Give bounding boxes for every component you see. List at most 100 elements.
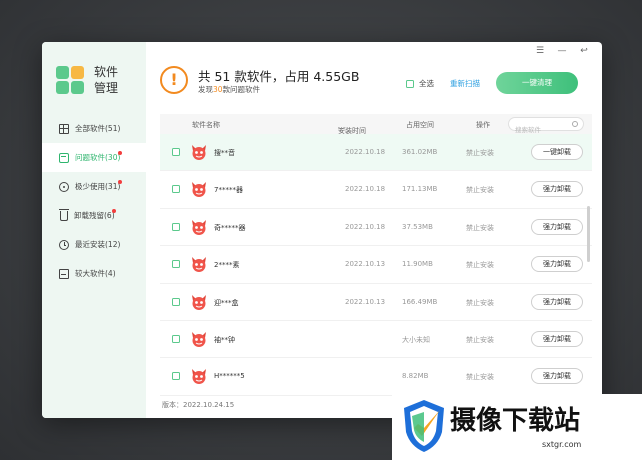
logo-text: 软件 管理	[94, 64, 118, 96]
table-row: 2****素 2022.10.13 11.90MB 禁止安装 强力卸载	[160, 246, 592, 284]
sidebar-item-1[interactable]: 问题软件(30)	[42, 143, 146, 172]
table-row: 7*****器 2022.10.18 171.13MB 禁止安装 强力卸载	[160, 171, 592, 209]
row-checkbox[interactable]	[172, 297, 180, 306]
row-checkbox[interactable]	[172, 222, 180, 231]
table-row: H******5 8.82MB 禁止安装 强力卸载	[160, 358, 592, 396]
block-install-link[interactable]: 禁止安装	[466, 298, 494, 308]
devil-app-icon	[190, 330, 208, 348]
disk-size: 11.90MB	[402, 260, 433, 269]
sidebar-item-label: 极少使用(31)	[75, 182, 121, 191]
col-name: 软件名称	[192, 121, 220, 129]
grid-icon	[59, 123, 69, 134]
watermark-url: sxtgr.com	[542, 440, 582, 449]
checkbox-icon	[406, 79, 414, 88]
software-table: 软件名称 安装时间 ﹀ 占用空间 操作 搜索软件 搜**音 2022.10.18 3…	[160, 114, 592, 396]
notification-badge	[118, 180, 122, 184]
uninstall-button[interactable]: 强力卸载	[531, 368, 583, 385]
problem-count: 30	[213, 85, 223, 94]
block-install-link[interactable]: 禁止安装	[466, 223, 494, 233]
disk-size: 171.13MB	[402, 185, 438, 194]
table-row: 袖**钟 大小未知 禁止安装 强力卸载	[160, 321, 592, 359]
devil-app-icon	[190, 180, 208, 198]
col-operation: 操作	[476, 121, 490, 129]
uninstall-button[interactable]: 强力卸载	[531, 330, 583, 347]
sidebar-item-label: 卸载残留(6)	[74, 211, 115, 220]
search-input[interactable]: 搜索软件	[508, 117, 584, 134]
software-name: 迎***盒	[214, 298, 239, 307]
version-label: 版本：2022.10.24.15	[162, 401, 235, 409]
devil-app-icon	[190, 367, 208, 385]
sidebar-item-0[interactable]: 全部软件(51)	[42, 114, 146, 143]
sidebar-item-4[interactable]: 最近安装(12)	[42, 230, 146, 259]
software-name: 搜**音	[214, 149, 235, 157]
logo-text-line2: 管理	[94, 81, 119, 95]
subtitle-suffix: 款问题软件	[222, 85, 261, 94]
restore-icon[interactable]: ↩	[578, 46, 590, 56]
disk-icon	[59, 268, 69, 279]
table-body: 搜**音 2022.10.18 361.02MB 禁止安装 一键卸载 7*****器 202…	[160, 134, 592, 396]
box-icon	[59, 152, 69, 163]
block-install-link[interactable]: 禁止安装	[466, 260, 494, 270]
sidebar-item-2[interactable]: 极少使用(31)	[42, 172, 146, 201]
disk-size: 361.02MB	[402, 148, 438, 156]
install-date: 2022.10.18	[345, 222, 386, 231]
table-row: 奇*****器 2022.10.18 37.53MB 禁止安装 强力卸载	[160, 209, 592, 247]
software-name: 2****素	[214, 261, 240, 270]
minimize-icon[interactable]: —	[556, 46, 568, 56]
uninstall-button[interactable]: 强力卸载	[531, 256, 583, 273]
search-icon	[572, 120, 578, 127]
block-install-link[interactable]: 禁止安装	[466, 372, 494, 382]
software-name: H******5	[214, 372, 245, 381]
uninstall-button[interactable]: 强力卸载	[531, 218, 583, 235]
rescan-link[interactable]: 重新扫描	[450, 78, 480, 89]
shield-logo-icon	[404, 400, 444, 452]
sidebar-item-5[interactable]: 较大软件(4)	[42, 259, 146, 288]
circle-icon	[59, 181, 69, 192]
window-controls: ☰ — ↩	[534, 46, 590, 56]
row-checkbox[interactable]	[172, 372, 180, 381]
sidebar: 软件 管理 全部软件(51) 问题软件(30) 极少使用(31) 卸载残留(6) 最近安…	[42, 42, 146, 418]
row-checkbox[interactable]	[172, 185, 180, 194]
disk-size: 大小未知	[402, 335, 430, 344]
devil-app-icon	[190, 255, 208, 273]
main-panel: ☰ — ↩ ! 共 51 款软件，占用 4.55GB 发现30款问题软件 全选 …	[146, 42, 602, 418]
notification-badge	[118, 151, 122, 155]
trash-icon	[58, 209, 69, 221]
scrollbar[interactable]	[587, 206, 590, 262]
watermark-text: 摄像下载站	[450, 406, 581, 436]
sidebar-item-label: 全部软件(51)	[75, 124, 121, 133]
summary-title: 共 51 款软件，占用 4.55GB	[198, 69, 360, 84]
block-install-link[interactable]: 禁止安装	[466, 335, 494, 345]
uninstall-button[interactable]: 强力卸载	[531, 181, 583, 198]
sidebar-nav: 全部软件(51) 问题软件(30) 极少使用(31) 卸载残留(6) 最近安装(12) 较…	[42, 114, 146, 288]
install-date: 2022.10.13	[345, 260, 386, 269]
one-click-clean-button[interactable]: 一键清理	[496, 72, 578, 94]
row-checkbox[interactable]	[172, 260, 180, 269]
install-date: 2022.10.13	[345, 297, 386, 306]
row-checkbox[interactable]	[172, 148, 180, 156]
warning-icon: !	[160, 66, 188, 94]
devil-app-icon	[190, 143, 208, 161]
block-install-link[interactable]: 禁止安装	[466, 148, 494, 158]
menu-icon[interactable]: ☰	[534, 46, 546, 56]
software-name: 袖**钟	[214, 335, 235, 344]
sidebar-item-3[interactable]: 卸载残留(6)	[42, 201, 146, 230]
block-install-link[interactable]: 禁止安装	[466, 185, 494, 195]
disk-size: 37.53MB	[402, 222, 433, 231]
select-all-checkbox[interactable]: 全选	[406, 78, 434, 89]
summary-subtitle: 发现30款问题软件	[198, 84, 260, 95]
app-logo: 软件 管理	[56, 64, 118, 96]
sidebar-item-label: 最近安装(12)	[75, 240, 121, 249]
notification-badge	[112, 209, 116, 213]
uninstall-button[interactable]: 一键卸载	[531, 144, 583, 160]
site-watermark: 摄像下载站 sxtgr.com	[392, 394, 642, 460]
disk-size: 8.82MB	[402, 372, 429, 381]
app-window: 软件 管理 全部软件(51) 问题软件(30) 极少使用(31) 卸载残留(6) 最近安…	[42, 42, 602, 418]
summary-header: ! 共 51 款软件，占用 4.55GB 发现30款问题软件 全选 重新扫描 一…	[160, 66, 590, 106]
clock-icon	[59, 239, 69, 250]
logo-icon	[56, 66, 84, 94]
uninstall-button[interactable]: 强力卸载	[531, 293, 583, 310]
subtitle-prefix: 发现	[198, 85, 213, 94]
row-checkbox[interactable]	[172, 334, 180, 343]
software-name: 7*****器	[214, 186, 243, 195]
